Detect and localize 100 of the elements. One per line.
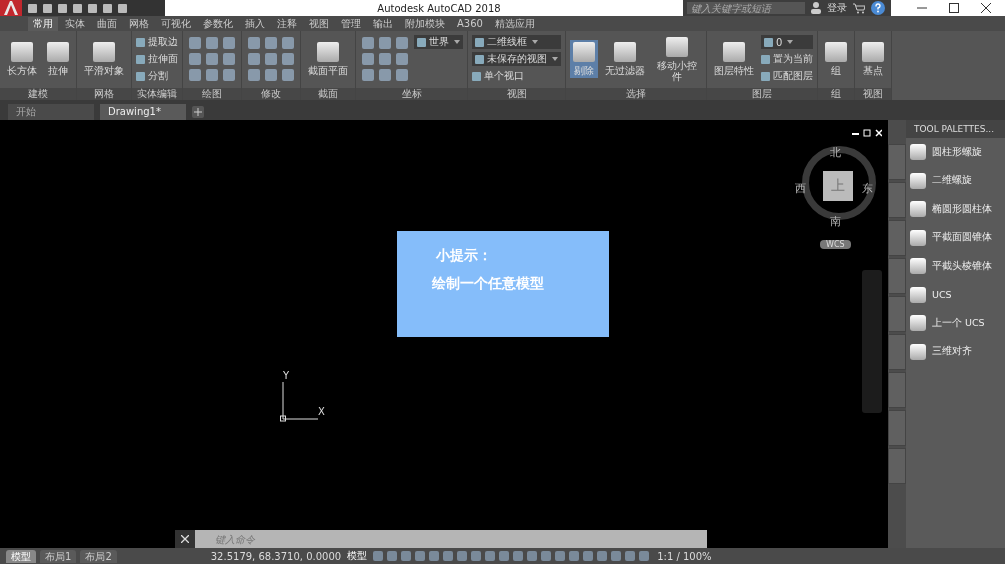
annotation-scale[interactable]: 1:1 / 100% <box>657 550 712 562</box>
tool-icon[interactable] <box>223 37 235 49</box>
palette-tab[interactable] <box>888 334 906 370</box>
status-toggle-icon[interactable] <box>527 551 538 561</box>
tool-icon[interactable] <box>189 53 201 65</box>
tool-icon[interactable] <box>282 69 294 81</box>
tool-icon[interactable] <box>189 37 201 49</box>
ribbon-button[interactable]: 移动小控件 <box>652 34 702 84</box>
ribbon-button[interactable]: 分割 <box>136 69 178 83</box>
close-icon[interactable] <box>981 3 991 13</box>
ribbon-button[interactable]: 图层特性 <box>711 40 757 78</box>
tool-icon[interactable] <box>248 37 260 49</box>
status-toggle-icon[interactable] <box>499 551 510 561</box>
palette-item[interactable]: 上一个 UCS <box>906 309 1005 338</box>
panel-title[interactable]: 绘图 <box>183 88 241 100</box>
status-toggle-icon[interactable] <box>569 551 580 561</box>
ribbon-button[interactable]: 长方体 <box>4 40 40 78</box>
caret-icon[interactable] <box>532 40 538 44</box>
status-toggle-icon[interactable] <box>625 551 636 561</box>
panel-title[interactable]: 视图 <box>855 88 891 100</box>
ribbon-tab[interactable]: 网格 <box>124 17 154 31</box>
maximize-icon[interactable] <box>949 3 959 13</box>
panel-title[interactable]: 修改 <box>242 88 300 100</box>
tool-icon[interactable] <box>265 37 277 49</box>
tool-icon[interactable] <box>248 69 260 81</box>
user-icon[interactable] <box>811 2 821 14</box>
cart-icon[interactable] <box>853 2 865 14</box>
palette-item[interactable]: 平截面圆锥体 <box>906 223 1005 252</box>
tool-icon[interactable] <box>396 53 408 65</box>
file-tab[interactable]: Drawing1* <box>100 104 186 120</box>
palette-tab[interactable] <box>888 448 906 484</box>
tool-icon[interactable] <box>223 53 235 65</box>
palette-item[interactable]: UCS <box>906 280 1005 309</box>
status-toggle-icon[interactable] <box>401 551 412 561</box>
dropdown[interactable]: 未保存的视图 <box>472 52 561 66</box>
tool-icon[interactable] <box>396 69 408 81</box>
tool-icon[interactable] <box>206 53 218 65</box>
caret-icon[interactable] <box>454 40 460 44</box>
ribbon-button[interactable]: 拉伸 <box>44 40 72 78</box>
ribbon-button[interactable]: 置为当前 <box>761 52 813 66</box>
palette-tab[interactable] <box>888 182 906 218</box>
help-icon[interactable] <box>871 1 885 15</box>
tool-icon[interactable] <box>362 37 374 49</box>
ribbon-tab[interactable]: 输出 <box>368 17 398 31</box>
palette-item[interactable]: 圆柱形螺旋 <box>906 138 1005 167</box>
ribbon-tab[interactable]: 常用 <box>28 17 58 31</box>
status-toggle-icon[interactable] <box>471 551 482 561</box>
tool-icon[interactable] <box>379 53 391 65</box>
ribbon-tab[interactable]: 插入 <box>240 17 270 31</box>
tool-icon[interactable] <box>362 69 374 81</box>
palette-tab[interactable] <box>888 296 906 332</box>
tool-icon[interactable] <box>282 37 294 49</box>
palette-item[interactable]: 二维螺旋 <box>906 166 1005 195</box>
panel-title[interactable]: 选择 <box>566 88 706 100</box>
palette-item[interactable]: 平截头棱锥体 <box>906 252 1005 281</box>
ribbon-button[interactable]: 提取边 <box>136 35 178 49</box>
status-toggle-icon[interactable] <box>415 551 426 561</box>
caret-icon[interactable] <box>787 40 794 44</box>
tool-icon[interactable] <box>282 53 294 65</box>
ucs-menu[interactable]: WCS <box>820 240 851 249</box>
ribbon-tab[interactable]: 精选应用 <box>489 17 540 31</box>
ribbon-button[interactable]: 平滑对象 <box>81 40 127 78</box>
status-toggle-icon[interactable] <box>387 551 398 561</box>
ribbon-tab[interactable]: 实体 <box>60 17 90 31</box>
file-tab[interactable]: 开始 <box>8 104 94 120</box>
tool-icon[interactable] <box>223 69 235 81</box>
palette-tab[interactable] <box>888 410 906 446</box>
panel-title[interactable]: 实体编辑 <box>132 88 182 100</box>
status-toggle-icon[interactable] <box>639 551 650 561</box>
ribbon-button[interactable]: 拉伸面 <box>136 52 178 66</box>
tool-icon[interactable] <box>379 37 391 49</box>
ribbon-tab[interactable]: A360 <box>452 17 488 31</box>
palette-tab[interactable] <box>888 220 906 256</box>
ribbon-button[interactable]: 单个视口 <box>472 69 561 83</box>
panel-title[interactable]: 网格 <box>77 88 131 100</box>
status-toggle-icon[interactable] <box>611 551 622 561</box>
sign-in-link[interactable]: 登录 <box>827 1 847 15</box>
tool-icon[interactable] <box>396 37 408 49</box>
tool-icon[interactable] <box>248 53 260 65</box>
dropdown[interactable]: 世界 <box>414 35 463 49</box>
ribbon-button[interactable]: 无过滤器 <box>602 40 648 78</box>
status-toggle-icon[interactable] <box>583 551 594 561</box>
tool-icon[interactable] <box>189 69 201 81</box>
search-field[interactable]: 键入关键字或短语 <box>687 2 805 14</box>
ribbon-tab[interactable]: 管理 <box>336 17 366 31</box>
status-toggle-icon[interactable] <box>513 551 524 561</box>
ribbon-tab[interactable]: 参数化 <box>198 17 238 31</box>
status-toggle-icon[interactable] <box>457 551 468 561</box>
app-logo-icon[interactable] <box>0 0 22 16</box>
ribbon-tab[interactable]: 注释 <box>272 17 302 31</box>
tool-icon[interactable] <box>206 37 218 49</box>
ribbon-tab[interactable]: 附加模块 <box>400 17 450 31</box>
panel-title[interactable]: 截面 <box>301 88 355 100</box>
layout-tab[interactable]: 布局2 <box>80 549 117 563</box>
tool-icon[interactable] <box>362 53 374 65</box>
status-toggle-icon[interactable] <box>373 551 384 561</box>
new-tab-icon[interactable] <box>192 106 204 118</box>
palette-tab[interactable] <box>888 372 906 408</box>
ribbon-tab[interactable]: 视图 <box>304 17 334 31</box>
panel-title[interactable]: 建模 <box>0 88 76 100</box>
